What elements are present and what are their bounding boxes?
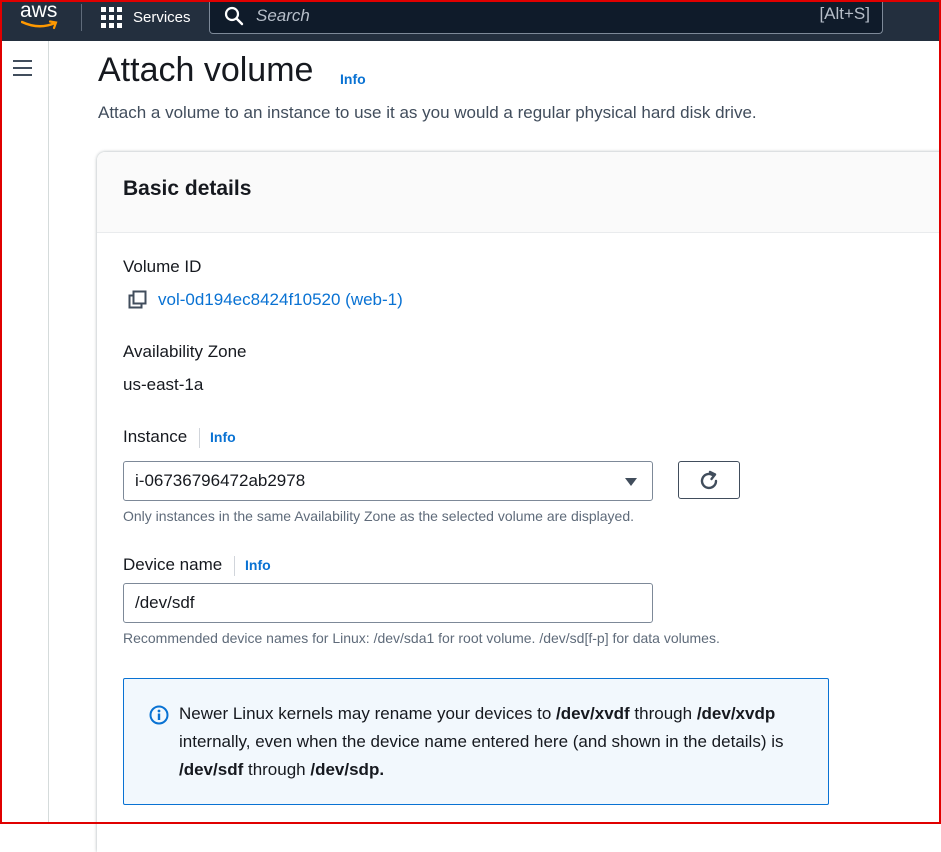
device-name-info-link[interactable]: Info xyxy=(245,557,271,573)
availability-zone-label: Availability Zone xyxy=(123,342,247,361)
services-menu-button[interactable]: Services xyxy=(101,5,191,29)
device-name-label: Device name xyxy=(123,555,223,574)
instance-hint: Only instances in the same Availability … xyxy=(123,508,635,524)
info-alert: Newer Linux kernels may rename your devi… xyxy=(123,678,829,805)
services-label: Services xyxy=(133,8,191,26)
page-title: Attach volume xyxy=(98,51,314,89)
top-navigation-bar: aws Services [Alt+S] xyxy=(0,0,941,41)
info-circle-icon xyxy=(149,705,169,725)
alert-message: Newer Linux kernels may rename your devi… xyxy=(179,704,784,779)
container-header: Basic details xyxy=(97,152,941,233)
aws-logo[interactable]: aws xyxy=(18,0,62,30)
device-name-input[interactable] xyxy=(123,583,653,623)
device-name-hint: Recommended device names for Linux: /dev… xyxy=(123,630,720,646)
topbar-divider xyxy=(81,4,82,31)
hamburger-menu-icon[interactable] xyxy=(13,60,33,76)
label-divider xyxy=(199,428,200,448)
instance-label: Instance xyxy=(123,427,188,446)
refresh-instances-button[interactable] xyxy=(678,461,740,499)
availability-zone-value: us-east-1a xyxy=(123,375,204,394)
search-bar[interactable]: [Alt+S] xyxy=(209,0,883,34)
aws-smile-icon xyxy=(21,20,58,30)
side-navigation-rail xyxy=(0,41,49,824)
instance-select-value: i-06736796472ab2978 xyxy=(135,471,306,490)
services-grid-icon xyxy=(101,6,122,28)
volume-id-link[interactable]: vol-0d194ec8424f10520 (web-1) xyxy=(158,290,403,310)
refresh-icon xyxy=(700,470,718,490)
copy-icon[interactable] xyxy=(128,290,148,310)
search-input[interactable] xyxy=(254,1,758,31)
instance-info-link[interactable]: Info xyxy=(210,429,236,445)
section-heading: Basic details xyxy=(123,177,252,200)
title-info-link[interactable]: Info xyxy=(340,71,366,87)
instance-select[interactable]: i-06736796472ab2978 xyxy=(123,461,653,501)
label-divider xyxy=(234,556,235,576)
search-icon xyxy=(224,6,244,26)
volume-id-label: Volume ID xyxy=(123,257,202,276)
search-shortcut-hint: [Alt+S] xyxy=(819,4,870,23)
caret-down-icon xyxy=(625,478,637,486)
page-description: Attach a volume to an instance to use it… xyxy=(98,103,757,122)
